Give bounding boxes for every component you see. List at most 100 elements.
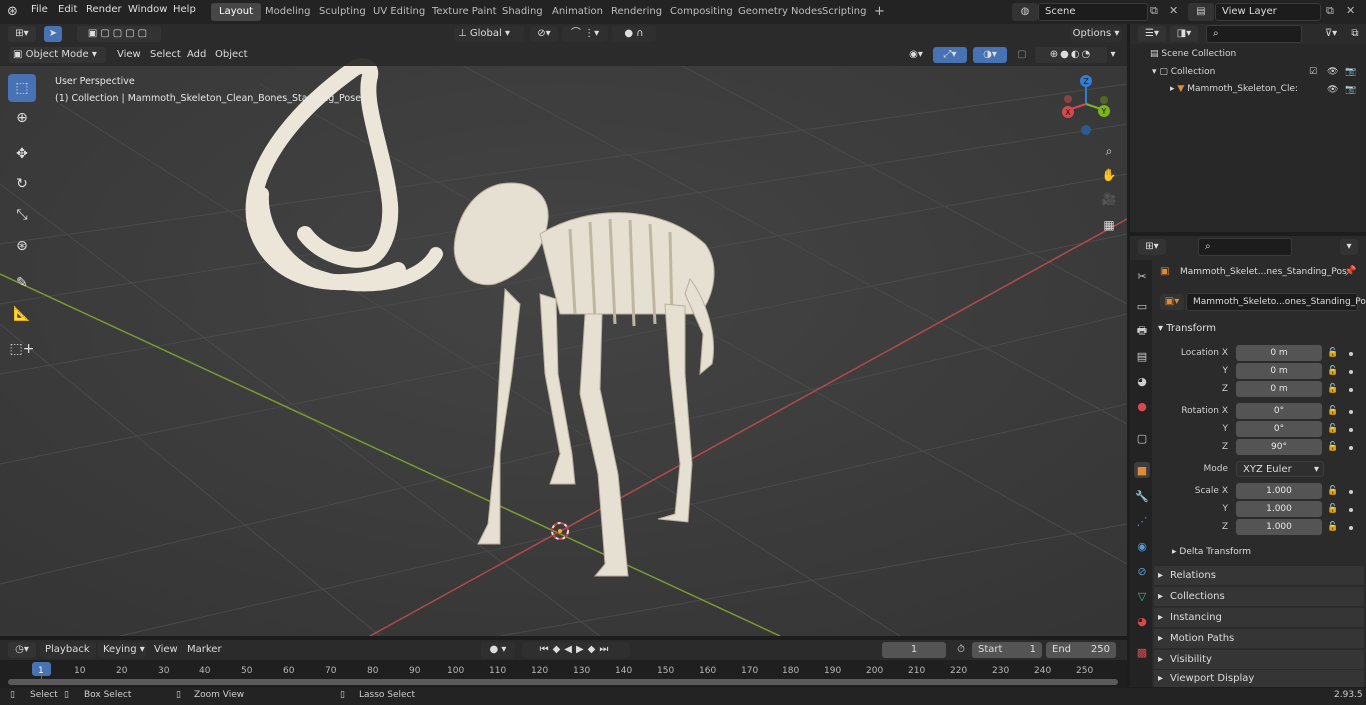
object-eye-icon[interactable]: 👁 [1327,85,1338,95]
mode-dropdown[interactable]: ▣ Object Mode ▾ [9,47,106,63]
lock-icon[interactable]: 🔓 [1327,366,1338,376]
particles-tab-icon[interactable]: ⋰ [1134,513,1150,529]
panel-visibility[interactable]: ▸ Visibility [1154,649,1364,669]
rotate-tool-icon[interactable]: ↻ [8,170,36,198]
record-icon[interactable]: ● ▾ [481,642,515,658]
filter-icon[interactable]: ⊽▾ [1318,26,1344,42]
scale-y-field[interactable]: 1.000 [1236,501,1322,517]
transform-orientation-dropdown[interactable]: ⊥ Global ▾ [454,26,524,42]
texture-tab-icon[interactable]: ▩ [1134,644,1150,660]
menu-render[interactable]: Render [86,4,122,15]
current-frame-field[interactable]: 1 [882,642,946,658]
stopwatch-icon[interactable]: ⏱ [953,642,969,658]
panel-relations[interactable]: ▸ Relations [1154,565,1364,585]
object-browse-icon[interactable]: ▣▾ [1160,294,1184,310]
location-z-field[interactable]: 0 m [1236,381,1322,397]
lock-icon[interactable]: 🔓 [1327,504,1338,514]
tab-layout[interactable]: Layout [211,3,261,21]
timeline-menu-marker[interactable]: Marker [187,642,222,658]
blender-logo-icon[interactable]: ⊛ [7,4,23,20]
panel-collections[interactable]: ▸ Collections [1154,586,1364,606]
material-tab-icon[interactable]: ◕ [1134,613,1150,629]
scene-collection-row[interactable]: ▤ Scene Collection [1150,49,1236,59]
overlays-icon[interactable]: ◑▾ [973,47,1007,63]
outliner-editor-type-icon[interactable]: ☰▾ [1138,26,1166,42]
keyframe-dot-icon[interactable] [1349,388,1353,392]
keyframe-dot-icon[interactable] [1349,352,1353,356]
scene-tab-icon[interactable]: ◕ [1134,373,1150,389]
rotation-z-field[interactable]: 90° [1236,439,1322,455]
scale-x-field[interactable]: 1.000 [1236,483,1322,499]
keyframe-dot-icon[interactable] [1349,428,1353,432]
lock-icon[interactable]: 🔓 [1327,442,1338,452]
playback-dropdown[interactable]: Playback ▾ [40,642,96,671]
select-tool-icon[interactable]: ➤ [44,26,62,42]
cursor-tool-icon[interactable]: ⊕ [8,104,36,132]
tab-uv-editing[interactable]: UV Editing [365,3,433,21]
scene-name-field[interactable]: Scene [1038,3,1148,21]
panel-motion-paths[interactable]: ▸ Motion Paths [1154,628,1364,648]
view-layer-tab-icon[interactable]: ▤ [1134,348,1150,364]
properties-search-input[interactable]: ⌕ [1198,238,1292,256]
snap-icon[interactable]: ⌒ ⋮▾ [562,26,608,42]
transform-tool-icon[interactable]: ⊛ [8,232,36,260]
3d-viewport[interactable] [0,44,1127,636]
object-tab-icon[interactable]: ■ [1134,462,1150,478]
perspective-toggle-icon[interactable]: ▦ [1100,218,1118,236]
data-tab-icon[interactable]: ▽ [1134,588,1150,604]
location-x-field[interactable]: 0 m [1236,345,1322,361]
proportional-editing-icon[interactable]: ● ∩ [612,26,656,42]
pan-hand-icon[interactable]: ✋ [1100,168,1118,186]
tool-tab-icon[interactable]: ✂ [1134,268,1150,284]
output-tab-icon[interactable]: 🖶 [1134,323,1150,339]
view-layer-icon[interactable]: ▤ [1188,3,1214,21]
menu-file[interactable]: File [31,4,48,15]
keyframe-dot-icon[interactable] [1349,508,1353,512]
move-tool-icon[interactable]: ✥ [8,140,36,168]
properties-options-icon[interactable]: ▾ [1340,239,1358,255]
lock-icon[interactable]: 🔓 [1327,522,1338,532]
zoom-icon[interactable]: ⌕ [1100,144,1118,162]
tab-compositing[interactable]: Compositing [662,3,741,21]
start-frame-field[interactable]: Start 1 [972,642,1042,658]
keyframe-dot-icon[interactable] [1349,526,1353,530]
measure-tool-icon[interactable]: 📐 [8,300,36,328]
outliner-search-input[interactable]: ⌕ [1206,25,1302,43]
keyframe-dot-icon[interactable] [1349,446,1353,450]
panel-instancing[interactable]: ▸ Instancing [1154,607,1364,627]
tab-animation[interactable]: Animation [544,3,611,21]
annotate-tool-icon[interactable]: ✎ [8,269,36,297]
visibility-icon[interactable]: ◉▾ [903,47,929,63]
lock-icon[interactable]: 🔓 [1327,486,1338,496]
view-layer-field[interactable]: View Layer [1215,3,1321,21]
menu-window[interactable]: Window [128,4,167,15]
gizmo-toggle-icon[interactable]: ⤢▾ [933,47,967,63]
xray-icon[interactable]: ▢ [1014,47,1030,63]
camera-view-icon[interactable]: 🎥 [1100,192,1118,210]
editor-type-icon[interactable]: ⊞▾ [8,26,36,42]
tab-texture-paint[interactable]: Texture Paint [424,3,505,21]
add-cube-tool-icon[interactable]: ⬚+ [8,335,36,363]
select-box-tool-icon[interactable]: ⬚ [8,74,36,102]
rotation-mode-dropdown[interactable]: XYZ Euler ▾ [1236,461,1324,477]
timeline-menu-view[interactable]: View [154,642,178,658]
outliner-object-row[interactable]: ▸ ▼ Mammoth_Skeleton_Cle: [1170,84,1310,94]
close-icon[interactable]: ✕ [1169,4,1178,17]
transform-panel-header[interactable]: ▾ Transform [1158,323,1216,334]
pivot-point-icon[interactable]: ⊘▾ [530,26,558,42]
options-dropdown[interactable]: Options ▾ [1070,26,1122,42]
panel-viewport-display[interactable]: ▸ Viewport Display [1154,669,1364,687]
add-workspace-icon[interactable]: + [866,3,893,21]
constraints-tab-icon[interactable]: ⊘ [1134,563,1150,579]
viewport-menu-add[interactable]: Add [187,47,206,63]
tab-rendering[interactable]: Rendering [603,3,670,21]
properties-editor-type-icon[interactable]: ⊞▾ [1138,239,1166,255]
menu-edit[interactable]: Edit [58,4,77,15]
shading-dropdown-icon[interactable]: ▾ [1107,47,1119,63]
display-mode-icon[interactable]: ◨▾ [1170,26,1198,42]
object-camera-icon[interactable]: 📷 [1345,85,1356,95]
keyframe-dot-icon[interactable] [1349,490,1353,494]
scene-selector-icon[interactable]: ◍ [1012,3,1038,21]
timeline-scrollbar[interactable] [8,679,1118,685]
modifier-tab-icon[interactable]: 🔧 [1134,488,1150,504]
